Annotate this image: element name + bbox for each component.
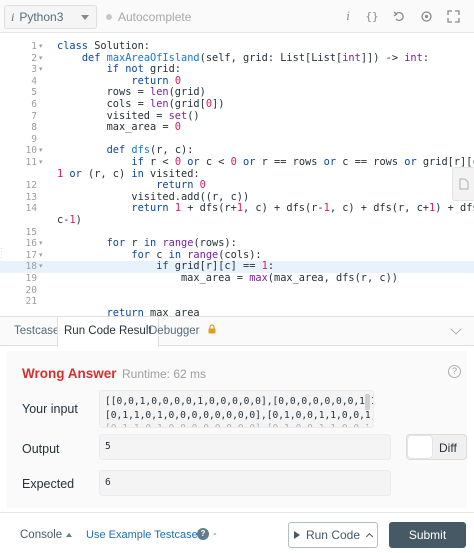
line-number: 14 bbox=[25, 203, 37, 215]
tab-label: Testcase bbox=[14, 325, 60, 337]
submit-button[interactable]: Submit bbox=[389, 522, 466, 548]
toggle-knob bbox=[408, 436, 432, 458]
line-number: 6 bbox=[31, 99, 37, 110]
lock-icon bbox=[207, 317, 217, 346]
code-text: return max_area bbox=[106, 306, 200, 316]
console-button[interactable]: Console bbox=[20, 529, 73, 541]
braces-icon[interactable]: {} bbox=[364, 8, 380, 24]
editor-toolbar: i Python3 Autocomplete i {} bbox=[0, 0, 474, 33]
result-status: Wrong Answer bbox=[22, 366, 117, 381]
code-editor[interactable]: 1 ▾ class Solution: 2 ▾ def maxAreaOfIsland(… bbox=[0, 33, 474, 316]
play-icon bbox=[293, 531, 300, 539]
output-value: 5 bbox=[105, 441, 111, 452]
expected-label: Expected bbox=[22, 477, 75, 491]
code-line[interactable]: 20 bbox=[0, 285, 474, 297]
fullscreen-icon[interactable] bbox=[445, 8, 461, 24]
fold-arrow-icon[interactable]: ▾ bbox=[39, 41, 43, 53]
help-menu-button[interactable]: ? - bbox=[197, 528, 217, 540]
code-text: cols = len(grid[0]) bbox=[57, 98, 225, 110]
chevron-up-icon bbox=[66, 532, 73, 537]
run-result-panel: Wrong Answer Runtime: 62 ms ? Your input… bbox=[7, 351, 467, 508]
info-icon[interactable]: i bbox=[340, 8, 356, 24]
fold-arrow-icon[interactable]: ▾ bbox=[39, 157, 43, 169]
line-number: 9 bbox=[31, 133, 37, 145]
language-label: Python3 bbox=[19, 10, 64, 24]
line-number: 13 bbox=[25, 191, 37, 203]
code-text: if r < 0 or c < 0 or r == rows or c == r… bbox=[131, 156, 474, 168]
code-text: max_area = max(max_area, dfs(r, c)) bbox=[57, 272, 398, 284]
output-label: Output bbox=[22, 442, 60, 456]
line-number: 10 bbox=[25, 145, 37, 157]
line-number: 19 bbox=[25, 273, 37, 284]
use-example-testcases-link[interactable]: Use Example Testcases bbox=[86, 529, 203, 541]
resize-handle-icon[interactable]: · · · · bbox=[0, 245, 4, 262]
help-icon[interactable]: ? bbox=[448, 365, 461, 378]
line-number: 1 bbox=[31, 41, 37, 52]
reset-icon[interactable] bbox=[391, 8, 407, 24]
code-line[interactable]: 19 max_area = max(max_area, dfs(r, c)) bbox=[0, 272, 474, 285]
help-menu-suffix: - bbox=[213, 528, 217, 540]
fold-arrow-icon[interactable]: ▾ bbox=[39, 261, 43, 273]
fold-arrow-icon[interactable]: ▾ bbox=[39, 250, 43, 262]
your-input-label: Your input bbox=[22, 402, 78, 416]
fold-arrow-icon[interactable]: ▾ bbox=[39, 238, 43, 250]
expected-value: 6 bbox=[105, 477, 111, 488]
tab-debugger[interactable]: Debugger bbox=[143, 317, 223, 346]
collapse-panel-icon[interactable] bbox=[450, 323, 462, 335]
input-line: [0,1,1,0,1,0,0,0,0,0,0,0,0],[0,1,0,0,1,1… bbox=[105, 409, 373, 421]
line-number: 12 bbox=[25, 180, 37, 192]
line-number: 8 bbox=[31, 122, 37, 134]
code-line[interactable]: return max_area bbox=[0, 306, 474, 316]
code-line[interactable]: 6 cols = len(grid[0]) bbox=[0, 98, 474, 111]
notes-side-tab[interactable] bbox=[452, 167, 474, 201]
line-number: 2 bbox=[31, 52, 37, 64]
input-line-partial: [0,1,1,0,1,0,0,0,0,0,0,0,0],[0,1,0,0,1,1… bbox=[105, 422, 368, 427]
autocomplete-label: Autocomplete bbox=[118, 10, 192, 24]
expected-field: 6 bbox=[99, 470, 391, 496]
line-number: 17 bbox=[25, 249, 37, 261]
result-tabs: Testcase Run Code Result Debugger bbox=[0, 316, 474, 347]
input-line: [[0,0,1,0,0,0,0,1,0,0,0,0,0],[0,0,0,0,0,… bbox=[105, 396, 373, 407]
runtime-text: Runtime: 62 ms bbox=[122, 367, 207, 381]
code-text: return 1 + dfs(r+1, c) + dfs(r-1, c) + d… bbox=[131, 202, 474, 215]
run-code-button[interactable]: Run Code bbox=[288, 522, 378, 548]
fold-arrow-icon[interactable]: ▾ bbox=[39, 145, 43, 157]
info-italic-icon: i bbox=[11, 9, 15, 24]
line-number: 20 bbox=[25, 284, 37, 296]
chevron-up-icon bbox=[365, 532, 374, 541]
output-field: 5 bbox=[99, 434, 391, 460]
input-scrollbar[interactable] bbox=[365, 394, 370, 410]
your-input-field[interactable]: [[0,0,1,0,0,0,0,1,0,0,0,0,0],[0,0,0,0,0,… bbox=[99, 390, 374, 428]
chevron-down-icon bbox=[81, 15, 89, 20]
code-text: max_area = 0 bbox=[57, 121, 181, 134]
tab-label: Debugger bbox=[149, 325, 200, 337]
language-select[interactable]: i Python3 bbox=[4, 5, 97, 29]
line-number: 15 bbox=[25, 226, 37, 238]
autocomplete-toggle[interactable]: Autocomplete bbox=[106, 10, 191, 24]
line-number: 16 bbox=[25, 238, 37, 250]
bottom-action-bar: Console Use Example Testcases ? - Run Co… bbox=[0, 512, 474, 553]
code-line[interactable]: 1 ▾ class Solution: bbox=[0, 40, 474, 53]
diff-toggle[interactable]: Diff bbox=[406, 434, 467, 460]
console-label: Console bbox=[20, 529, 63, 541]
code-line[interactable]: c-1) bbox=[0, 214, 474, 227]
question-icon: ? bbox=[197, 528, 209, 540]
toggle-dot-icon bbox=[106, 14, 112, 20]
note-icon bbox=[459, 178, 468, 190]
tab-label: Run Code Result bbox=[64, 325, 152, 337]
line-number: 11 bbox=[25, 157, 37, 168]
line-number: 7 bbox=[31, 110, 37, 122]
run-code-label: Run Code bbox=[305, 528, 361, 542]
line-number: 5 bbox=[31, 87, 37, 99]
fold-arrow-icon[interactable]: ▾ bbox=[39, 64, 43, 76]
line-number: 3 bbox=[31, 64, 37, 76]
fold-arrow-icon[interactable]: ▾ bbox=[39, 53, 43, 65]
code-text: c-1) bbox=[57, 214, 82, 226]
diff-label: Diff bbox=[439, 441, 457, 455]
line-number: 18 bbox=[25, 261, 37, 273]
code-line[interactable]: 8 max_area = 0 bbox=[0, 121, 474, 134]
line-number: 21 bbox=[25, 296, 37, 308]
settings-icon[interactable] bbox=[418, 8, 434, 24]
line-number: 4 bbox=[31, 75, 37, 87]
